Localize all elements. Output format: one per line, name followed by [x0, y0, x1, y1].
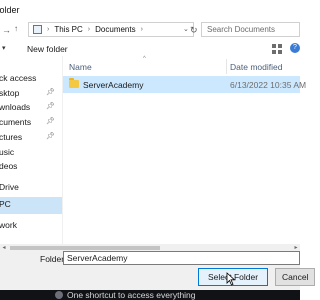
nav-item-label: work	[0, 220, 17, 230]
nav-item-label: PC	[0, 199, 11, 209]
folder-icon	[69, 78, 79, 88]
mouse-cursor-icon	[226, 272, 236, 286]
nav-item-label: usic	[0, 147, 15, 157]
file-name[interactable]: ServerAcademy	[83, 80, 143, 90]
scroll-left-icon[interactable]: ◂	[0, 244, 8, 252]
sort-caret-icon: ^	[143, 56, 146, 62]
view-options-icon[interactable]	[272, 44, 284, 54]
search-placeholder: Search Documents	[207, 25, 276, 34]
notification-icon	[55, 291, 63, 299]
nav-item-label: ctures	[0, 132, 23, 142]
breadcrumb-documents[interactable]: Documents	[95, 25, 135, 34]
pin-icon: 📌︎	[46, 133, 55, 140]
nav-item-videos[interactable]: deos	[0, 159, 62, 174]
back-arrow-icon[interactable]: →	[2, 25, 11, 35]
help-icon[interactable]: ?	[290, 43, 300, 53]
new-folder-button[interactable]: New folder	[27, 44, 68, 54]
chevron-right-icon[interactable]: ›	[47, 26, 49, 33]
nav-item-desktop[interactable]: sktop 📌︎	[0, 86, 62, 101]
nav-item-documents[interactable]: cuments 📌︎	[0, 115, 62, 130]
window-title: folder	[0, 5, 20, 15]
nav-item-network[interactable]: work	[0, 218, 62, 233]
search-input[interactable]: Search Documents	[201, 22, 300, 37]
column-header-name[interactable]: Name	[69, 62, 92, 72]
nav-item-quick-access[interactable]: ck access	[0, 71, 62, 86]
nav-item-music[interactable]: usic	[0, 145, 62, 160]
nav-item-label: ck access	[0, 73, 37, 83]
nav-item-this-pc[interactable]: PC	[0, 197, 62, 214]
file-date-modified: 6/13/2022 10:35 AM	[230, 80, 307, 90]
chevron-right-icon[interactable]: ›	[88, 26, 90, 33]
organize-dropdown-icon[interactable]: ▾	[2, 44, 6, 52]
address-dropdown-icon[interactable]: ⌄	[183, 25, 189, 33]
nav-item-downloads[interactable]: wnloads 📌︎	[0, 100, 62, 115]
cancel-button[interactable]: Cancel	[275, 268, 315, 286]
address-bar[interactable]: › This PC › Documents ›	[28, 22, 194, 37]
chevron-right-icon[interactable]: ›	[141, 26, 143, 33]
scrollbar-thumb[interactable]	[10, 246, 160, 250]
nav-item-label: deos	[0, 161, 18, 171]
title-bar	[0, 0, 300, 22]
refresh-icon[interactable]: ↻	[190, 25, 198, 36]
nav-item-label: cuments	[0, 117, 32, 127]
pin-icon: 📌︎	[46, 118, 55, 125]
nav-item-label: Drive	[0, 182, 19, 192]
breadcrumb-this-pc[interactable]: This PC	[54, 25, 82, 34]
this-pc-icon	[33, 25, 42, 34]
pin-icon: 📌︎	[46, 89, 55, 96]
folder-name-field[interactable]	[63, 251, 300, 265]
column-header-date-modified[interactable]: Date modified	[230, 62, 282, 72]
up-arrow-icon[interactable]: ↑	[14, 24, 18, 33]
nav-item-label: wnloads	[0, 102, 31, 112]
nav-item-label: sktop	[0, 88, 20, 98]
nav-item-pictures[interactable]: ctures 📌︎	[0, 130, 62, 145]
pin-icon: 📌︎	[46, 103, 55, 110]
column-divider[interactable]	[226, 59, 227, 74]
notification-text[interactable]: One shortcut to access everything	[67, 290, 196, 300]
nav-item-drive[interactable]: Drive	[0, 180, 62, 195]
